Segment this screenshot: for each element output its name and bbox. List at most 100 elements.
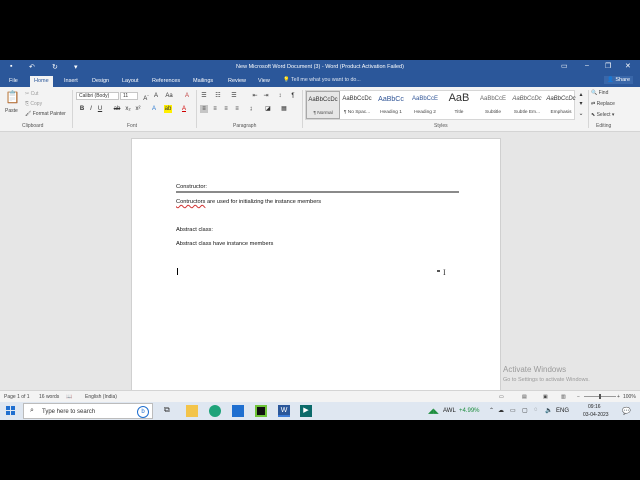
doc-paragraph-constructors[interactable]: Contructors are used for initializing th… (176, 199, 321, 205)
align-right-icon[interactable]: ≡ (222, 105, 230, 113)
sort-icon[interactable]: ↕ (276, 92, 284, 100)
shading-icon[interactable]: ◪ (264, 105, 272, 113)
tab-design[interactable]: Design (88, 76, 113, 87)
style-heading-1[interactable]: AaBbCc Heading 1 (374, 91, 408, 119)
doc-paragraph-abstract[interactable]: Abstract class have instance members (176, 241, 273, 247)
windows-start-icon[interactable] (6, 406, 15, 415)
notification-icon[interactable]: 💬 (622, 407, 631, 415)
align-left-icon[interactable]: ≡ (200, 105, 208, 113)
monitor-icon[interactable]: ▢ (522, 407, 528, 414)
tab-insert[interactable]: Insert (60, 76, 82, 87)
ribbon-display-icon[interactable]: ▭ (561, 62, 568, 70)
justify-icon[interactable]: ≡ (233, 105, 241, 113)
language-tray[interactable]: ENG (556, 408, 569, 414)
tab-references[interactable]: References (148, 76, 184, 87)
bing-icon[interactable]: b (137, 406, 149, 418)
subscript-icon[interactable]: x₂ (124, 105, 132, 113)
show-formatting-icon[interactable]: ¶ (289, 92, 297, 100)
print-layout-icon[interactable]: ▣ (543, 394, 548, 400)
paste-icon[interactable]: 📋 (5, 90, 20, 104)
numbering-icon[interactable]: ☷ (214, 92, 222, 100)
onedrive-icon[interactable]: ☁ (498, 407, 504, 414)
italic-icon[interactable]: I (87, 105, 95, 113)
maximize-icon[interactable]: ❐ (605, 62, 611, 70)
web-layout-icon[interactable]: ▥ (561, 394, 566, 400)
volume-icon[interactable]: 🔈 (545, 407, 552, 414)
network-icon[interactable]: ◌ (534, 407, 538, 413)
cut-button[interactable]: ✂ Cut (25, 91, 38, 97)
increase-indent-icon[interactable]: ⇥ (262, 92, 270, 100)
edge-icon[interactable] (209, 405, 221, 417)
style-emphasis[interactable]: AaBbCcDc Emphasis (544, 91, 578, 119)
change-case-icon[interactable]: Aa (165, 92, 173, 100)
tab-home[interactable]: Home (30, 76, 53, 87)
multilevel-list-icon[interactable]: ☰ (230, 92, 238, 100)
text-effects-icon[interactable]: A (150, 105, 158, 113)
format-painter-button[interactable]: 🖌 Format Painter (25, 111, 66, 117)
zoom-in-icon[interactable]: + (617, 394, 620, 400)
clock-date[interactable]: 03-04-2023 (583, 412, 609, 418)
zoom-out-icon[interactable]: − (577, 394, 580, 400)
font-color-icon[interactable]: A (180, 105, 188, 113)
tray-overflow-icon[interactable]: ⌃ (489, 407, 494, 414)
style-normal[interactable]: AaBbCcDc ¶ Normal (306, 91, 340, 119)
underline-icon[interactable]: U (96, 105, 104, 113)
decrease-indent-icon[interactable]: ⇤ (251, 92, 259, 100)
proofing-icon[interactable]: 📖 (66, 394, 72, 400)
style-heading-2[interactable]: AaBbCcE Heading 2 (408, 91, 442, 119)
clock-time[interactable]: 09:16 (588, 404, 601, 410)
close-icon[interactable]: ✕ (625, 62, 631, 70)
style-subtle-emphasis[interactable]: AaBbCcDc Subtle Em... (510, 91, 544, 119)
battery-icon[interactable]: ▭ (510, 407, 516, 414)
strikethrough-icon[interactable]: ab (113, 105, 121, 113)
borders-icon[interactable]: ▦ (280, 105, 288, 113)
taskbar-search-box[interactable]: ⌕ Type here to search b (23, 403, 153, 419)
line-spacing-icon[interactable]: ↨ (247, 105, 255, 113)
highlight-icon[interactable]: ab (164, 105, 172, 113)
page-count[interactable]: Page 1 of 1 (4, 394, 30, 400)
select-button[interactable]: ⬉ Select ▾ (591, 112, 614, 118)
align-center-icon[interactable]: ≡ (211, 105, 219, 113)
style-no-spacing[interactable]: AaBbCcDc ¶ No Spac... (340, 91, 374, 119)
style-subtitle[interactable]: AaBbCcE Subtitle (476, 91, 510, 119)
grow-font-icon[interactable]: A^ (142, 92, 150, 102)
document-page[interactable]: Constructor: Contructors are used for in… (131, 138, 501, 400)
zoom-slider-thumb[interactable] (599, 394, 601, 399)
font-size-select[interactable]: 11 (120, 92, 138, 100)
tab-layout[interactable]: Layout (118, 76, 143, 87)
share-button[interactable]: 👤 Share (604, 76, 634, 84)
stock-change[interactable]: +4.99% (459, 408, 480, 414)
styles-scroll-up-icon[interactable]: ▴ (577, 91, 585, 99)
style-title[interactable]: AaB Title (442, 91, 476, 119)
doc-heading-abstract[interactable]: Abstract class: (176, 227, 213, 233)
focus-icon[interactable]: ▭ (499, 394, 504, 400)
store-icon[interactable] (232, 405, 244, 417)
tab-mailings[interactable]: Mailings (189, 76, 217, 87)
clear-formatting-icon[interactable]: A (183, 92, 191, 100)
read-mode-icon[interactable]: ▤ (522, 394, 527, 400)
tell-me-box[interactable]: 💡 Tell me what you want to do... (283, 77, 361, 83)
task-view-icon[interactable]: ⧉ (164, 405, 176, 417)
language-indicator[interactable]: English (India) (85, 394, 117, 400)
paste-button[interactable]: Paste (5, 108, 18, 114)
misspelled-word[interactable]: Contructors (176, 199, 205, 205)
font-family-select[interactable]: Calibri (Body) (76, 92, 119, 100)
zoom-level[interactable]: 100% (623, 394, 636, 400)
styles-more-icon[interactable]: ⌄ (577, 110, 585, 118)
copy-button[interactable]: ⎘ Copy (25, 101, 42, 107)
tab-view[interactable]: View (254, 76, 274, 87)
file-explorer-icon[interactable] (186, 405, 198, 417)
replace-button[interactable]: ⇄ Replace (591, 101, 615, 107)
minimize-icon[interactable]: – (585, 62, 589, 69)
shrink-font-icon[interactable]: A (152, 92, 160, 100)
superscript-icon[interactable]: x² (134, 105, 142, 113)
tab-review[interactable]: Review (224, 76, 250, 87)
styles-scroll-down-icon[interactable]: ▾ (577, 100, 585, 108)
doc-heading-constructor[interactable]: Constructor: (176, 184, 207, 190)
stock-name[interactable]: AWL (443, 408, 456, 414)
find-button[interactable]: 🔍 Find (591, 90, 608, 96)
word-icon[interactable]: W (278, 405, 290, 417)
word-count[interactable]: 16 words (39, 394, 59, 400)
bullets-icon[interactable]: ☰ (200, 92, 208, 100)
tab-file[interactable]: File (5, 76, 22, 87)
